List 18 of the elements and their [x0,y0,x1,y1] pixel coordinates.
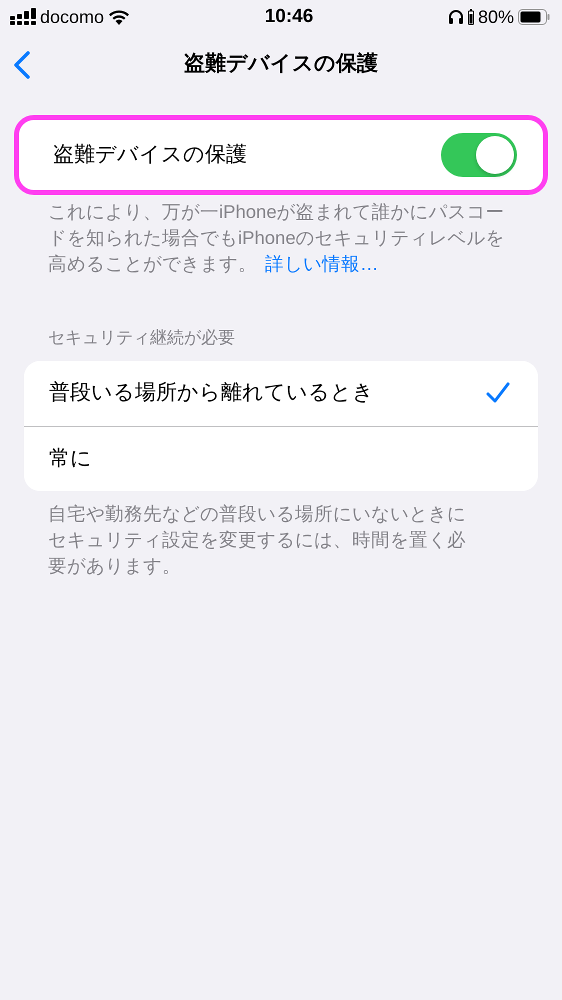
wifi-icon [108,9,130,25]
section-header: セキュリティ継続が必要 [48,327,236,349]
toggle-switch[interactable] [441,133,517,177]
headphones-icon [448,9,464,25]
description-text: これにより、万が一iPhoneが盗まれて誰かにパスコードを知られた場合でもiPhoneのセキュリティレベルを高めることができます。 詳しい情報… [47,200,506,276]
option-row[interactable]: 常に [24,426,538,490]
battery-icon [518,9,550,25]
battery-small-icon [468,9,474,25]
toggle-label: 盗難デバイスの保護 [53,142,247,168]
checkmark-icon [486,382,510,404]
battery-percent: 80% [478,6,514,28]
page-title: 盗難デバイスの保護 [184,51,378,78]
carrier-name: docomo [40,6,104,28]
signal-icon [10,8,36,26]
footer-text: 自宅や勤務先などの普段いる場所にいないときにセキュリティ設定を変更するには、時間を置く必要があります。 [47,502,467,578]
learn-more-link[interactable]: 詳しい情報… [265,253,378,274]
clock-time: 10:46 [264,4,314,29]
back-icon[interactable] [12,50,32,80]
